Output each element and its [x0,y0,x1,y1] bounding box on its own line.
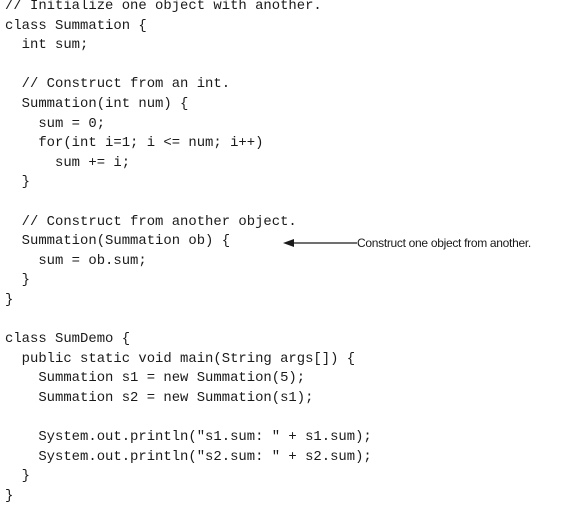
code-line: sum = ob.sum; [5,252,147,269]
left-arrow-icon [283,239,357,247]
code-line: } [5,291,14,308]
code-line: for(int i=1; i <= num; i++) [5,135,264,152]
code-line: Summation(int num) { [5,95,189,112]
code-line: class Summation { [5,17,147,34]
code-line: Summation s2 = new Summation(s1); [5,389,314,406]
callout-label: Construct one object from another. [357,236,531,250]
code-line: class SumDemo { [5,331,131,348]
code-line: // Initialize one object with another. [5,0,322,14]
code-line: // Construct from another object. [5,213,297,230]
callout-annotation: Construct one object from another. [283,233,566,253]
code-line: } [5,468,31,485]
code-line: // Construct from an int. [5,76,231,93]
code-line: int sum; [5,37,89,54]
code-line: Summation s1 = new Summation(5); [5,370,306,387]
code-listing: // Initialize one object with another. cl… [5,0,372,506]
code-line: System.out.println("s1.sum: " + s1.sum); [5,429,372,446]
code-line: } [5,174,31,191]
code-line: } [5,487,14,504]
code-line: System.out.println("s2.sum: " + s2.sum); [5,448,372,465]
code-line: public static void main(String args[]) { [5,350,356,367]
code-line: sum = 0; [5,115,106,132]
code-line: sum += i; [5,154,131,171]
code-line: } [5,272,31,289]
